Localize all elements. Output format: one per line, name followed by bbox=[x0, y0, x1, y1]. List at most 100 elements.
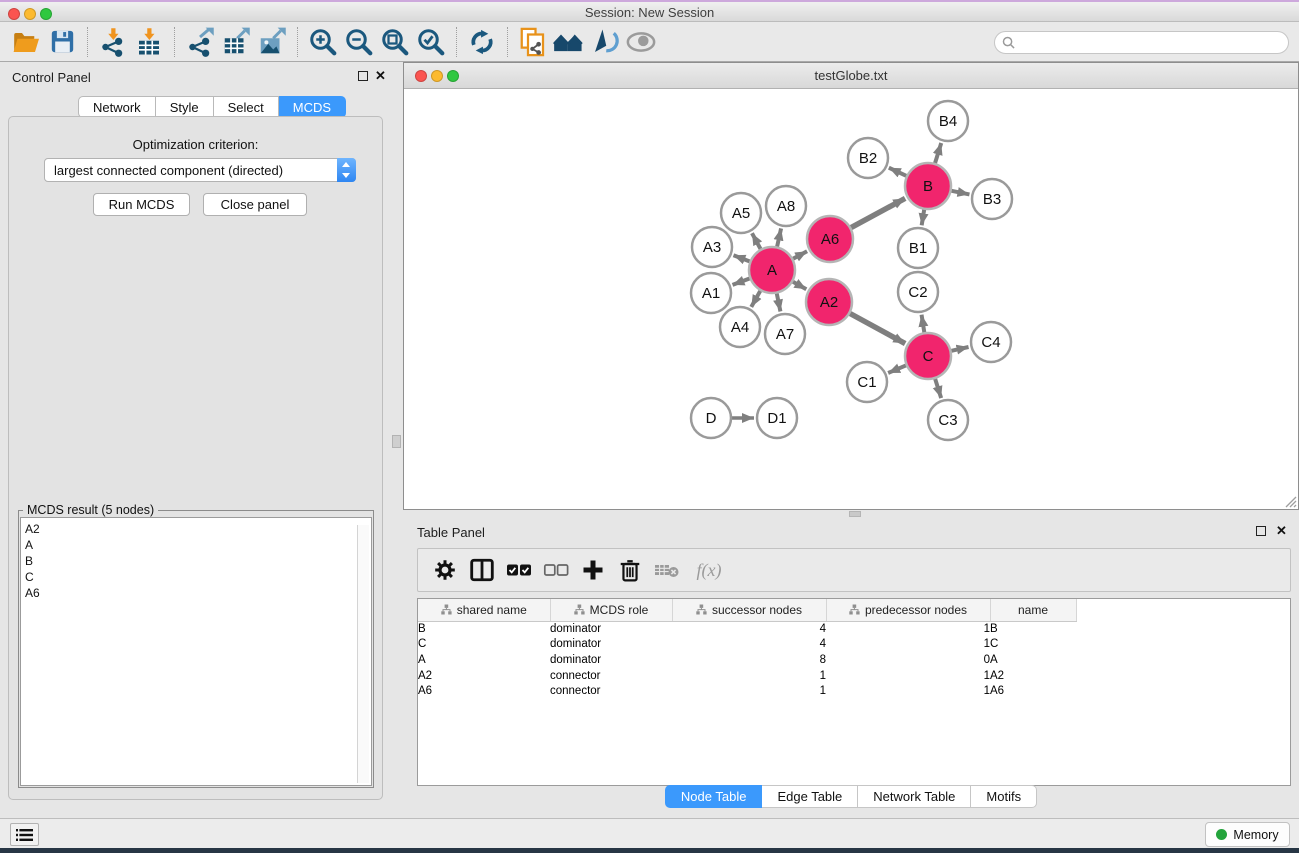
close-panel-button[interactable]: Close panel bbox=[203, 193, 307, 216]
table-cell[interactable]: connector bbox=[550, 668, 672, 684]
graph-node-C4[interactable]: C4 bbox=[971, 322, 1011, 362]
search-input[interactable] bbox=[1020, 36, 1288, 50]
graph-node-B2[interactable]: B2 bbox=[848, 138, 888, 178]
graph-edge-B-B3[interactable] bbox=[952, 191, 970, 195]
result-list-item[interactable]: A bbox=[25, 537, 371, 553]
table-float-panel-icon[interactable] bbox=[1256, 526, 1266, 536]
column-header[interactable]: predecessor nodes bbox=[826, 599, 990, 621]
graph-edge-A-A1[interactable] bbox=[733, 278, 750, 284]
table-row[interactable]: Cdominator41C bbox=[418, 637, 1290, 653]
network-canvas-svg[interactable]: B4B2BB3A8A5A6A3B1AA1C2A2A4A7C4CC1C3DD1 bbox=[404, 89, 1298, 509]
import-network-icon[interactable] bbox=[95, 26, 131, 58]
table-cell[interactable]: 1 bbox=[826, 637, 990, 653]
refresh-layout-icon[interactable] bbox=[464, 26, 500, 58]
graph-edge-C-C3[interactable] bbox=[935, 379, 941, 398]
close-panel-icon[interactable]: ✕ bbox=[375, 68, 386, 84]
graph-node-A5[interactable]: A5 bbox=[721, 193, 761, 233]
graph-edge-A-A4[interactable] bbox=[751, 291, 760, 307]
graph-edge-A-A6[interactable] bbox=[793, 251, 807, 258]
column-header[interactable]: MCDS role bbox=[550, 599, 672, 621]
node-table[interactable]: shared nameMCDS rolesuccessor nodesprede… bbox=[417, 598, 1291, 786]
graph-node-C1[interactable]: C1 bbox=[847, 362, 887, 402]
table-cell[interactable]: B bbox=[418, 621, 550, 637]
graph-node-D[interactable]: D bbox=[691, 398, 731, 438]
clone-network-icon[interactable] bbox=[515, 26, 551, 58]
table-cell[interactable]: 4 bbox=[672, 621, 826, 637]
deselect-all-checkboxes-icon[interactable] bbox=[537, 553, 574, 587]
delete-icon[interactable] bbox=[611, 553, 648, 587]
graph-node-A2[interactable]: A2 bbox=[806, 279, 852, 325]
first-neighbors-icon[interactable] bbox=[551, 26, 587, 58]
export-network-icon[interactable] bbox=[182, 26, 218, 58]
graph-node-A[interactable]: A bbox=[749, 247, 795, 293]
tab-node-table[interactable]: Node Table bbox=[665, 785, 763, 808]
run-mcds-button[interactable]: Run MCDS bbox=[93, 193, 190, 216]
horizontal-splitter-handle[interactable] bbox=[849, 511, 861, 517]
table-row[interactable]: A6connector11A6 bbox=[418, 683, 1290, 699]
table-cell[interactable]: B bbox=[990, 621, 1076, 637]
graph-edge-A-A7[interactable] bbox=[777, 294, 781, 312]
graph-edge-C-C4[interactable] bbox=[951, 347, 968, 351]
task-history-button[interactable] bbox=[10, 823, 39, 846]
export-table-icon[interactable] bbox=[218, 26, 254, 58]
save-session-icon[interactable] bbox=[44, 26, 80, 58]
zoom-in-icon[interactable] bbox=[305, 26, 341, 58]
table-cell[interactable]: dominator bbox=[550, 621, 672, 637]
table-cell[interactable]: dominator bbox=[550, 652, 672, 668]
table-cell[interactable]: 1 bbox=[826, 668, 990, 684]
add-icon[interactable] bbox=[574, 553, 611, 587]
tab-motifs[interactable]: Motifs bbox=[971, 785, 1037, 808]
open-file-icon[interactable] bbox=[8, 26, 44, 58]
table-row[interactable]: Adominator80A bbox=[418, 652, 1290, 668]
table-cell[interactable]: C bbox=[418, 637, 550, 653]
function-builder-icon[interactable]: f(x) bbox=[685, 553, 733, 587]
graph-node-D1[interactable]: D1 bbox=[757, 398, 797, 438]
tab-select[interactable]: Select bbox=[214, 96, 279, 118]
search-field[interactable] bbox=[994, 31, 1289, 54]
table-cell[interactable]: 1 bbox=[672, 668, 826, 684]
select-all-checkboxes-icon[interactable] bbox=[500, 553, 537, 587]
export-image-icon[interactable] bbox=[254, 26, 290, 58]
vertical-splitter-handle[interactable] bbox=[392, 435, 401, 448]
annotations-eye-icon[interactable] bbox=[623, 26, 659, 58]
table-cell[interactable]: dominator bbox=[550, 637, 672, 653]
graph-edge-B-B1[interactable] bbox=[922, 210, 925, 226]
graph-edge-C-C1[interactable] bbox=[888, 365, 906, 373]
graph-edge-A-A2[interactable] bbox=[793, 282, 806, 290]
result-list-item[interactable]: A2 bbox=[25, 521, 371, 537]
graph-edge-B-B2[interactable] bbox=[889, 168, 906, 176]
float-panel-icon[interactable] bbox=[358, 71, 368, 81]
memory-button[interactable]: Memory bbox=[1205, 822, 1290, 847]
graph-node-A4[interactable]: A4 bbox=[720, 307, 760, 347]
graph-node-A6[interactable]: A6 bbox=[807, 216, 853, 262]
graph-edge-A-A8[interactable] bbox=[777, 228, 781, 246]
graph-edge-C-C2[interactable] bbox=[922, 315, 925, 333]
graph-edge-A-A5[interactable] bbox=[752, 233, 761, 249]
zoom-fit-icon[interactable] bbox=[377, 26, 413, 58]
result-list-scrollbar[interactable] bbox=[357, 525, 369, 783]
graph-edge-B-B4[interactable] bbox=[935, 143, 941, 163]
horizontal-splitter[interactable] bbox=[403, 510, 1299, 518]
table-row[interactable]: Bdominator41B bbox=[418, 621, 1290, 637]
column-header[interactable]: name bbox=[990, 599, 1076, 621]
graph-node-A3[interactable]: A3 bbox=[692, 227, 732, 267]
graph-node-B1[interactable]: B1 bbox=[898, 228, 938, 268]
table-cell[interactable]: 1 bbox=[826, 621, 990, 637]
tab-mcds[interactable]: MCDS bbox=[279, 96, 346, 118]
graph-node-A8[interactable]: A8 bbox=[766, 186, 806, 226]
table-cell[interactable]: A2 bbox=[418, 668, 550, 684]
table-cell[interactable]: connector bbox=[550, 683, 672, 699]
table-cell[interactable]: 4 bbox=[672, 637, 826, 653]
table-cell[interactable]: 8 bbox=[672, 652, 826, 668]
table-cell[interactable]: A6 bbox=[990, 683, 1076, 699]
table-cell[interactable]: C bbox=[990, 637, 1076, 653]
tab-network[interactable]: Network bbox=[78, 96, 156, 118]
graph-node-A1[interactable]: A1 bbox=[691, 273, 731, 313]
graphics-details-icon[interactable] bbox=[587, 26, 623, 58]
table-cell[interactable]: 1 bbox=[672, 683, 826, 699]
table-cell[interactable]: 1 bbox=[826, 683, 990, 699]
table-cell[interactable]: A6 bbox=[418, 683, 550, 699]
graph-node-B4[interactable]: B4 bbox=[928, 101, 968, 141]
table-close-panel-icon[interactable]: ✕ bbox=[1276, 523, 1287, 539]
table-cell[interactable]: A2 bbox=[990, 668, 1076, 684]
